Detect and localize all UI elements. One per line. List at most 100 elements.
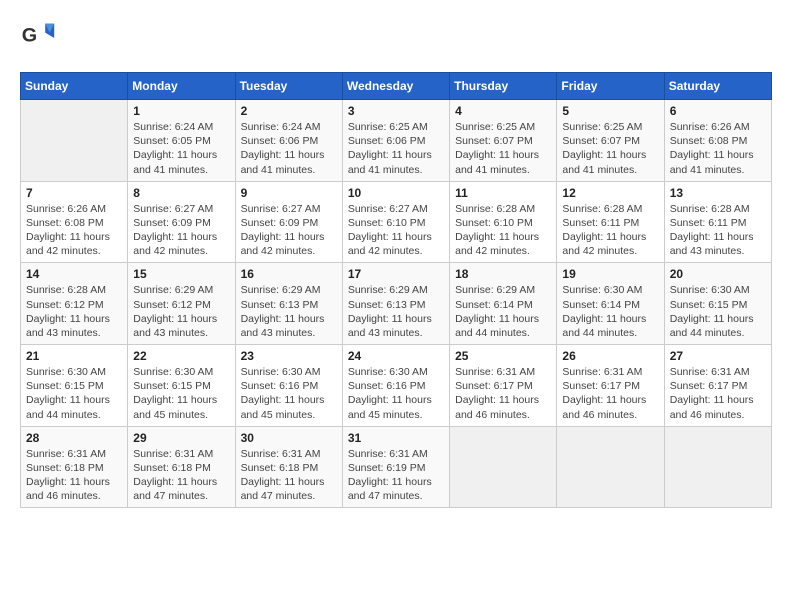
day-info: Sunrise: 6:30 AM Sunset: 6:16 PM Dayligh… bbox=[348, 365, 444, 422]
day-info: Sunrise: 6:31 AM Sunset: 6:18 PM Dayligh… bbox=[241, 447, 337, 504]
day-number: 9 bbox=[241, 186, 337, 200]
day-info: Sunrise: 6:31 AM Sunset: 6:18 PM Dayligh… bbox=[133, 447, 229, 504]
calendar-cell: 12Sunrise: 6:28 AM Sunset: 6:11 PM Dayli… bbox=[557, 181, 664, 263]
calendar-cell: 24 Sunrise: 6:30 AM Sunset: 6:16 PM Dayli… bbox=[342, 345, 449, 427]
day-number: 2 bbox=[241, 104, 337, 118]
calendar-cell: 4 Sunrise: 6:25 AM Sunset: 6:07 PM Daylig… bbox=[450, 100, 557, 182]
calendar-cell: 19 Sunrise: 6:30 AM Sunset: 6:14 PM Dayli… bbox=[557, 263, 664, 345]
day-info: Sunrise: 6:30 AM Sunset: 6:15 PM Dayligh… bbox=[670, 283, 766, 340]
calendar-cell: 5Sunrise: 6:25 AM Sunset: 6:07 PM Daylig… bbox=[557, 100, 664, 182]
day-info: Sunrise: 6:25 AM Sunset: 6:06 PM Dayligh… bbox=[348, 120, 444, 177]
calendar-cell: 13 Sunrise: 6:28 AM Sunset: 6:11 PM Dayli… bbox=[664, 181, 771, 263]
calendar-cell: 6Sunrise: 6:26 AM Sunset: 6:08 PM Daylig… bbox=[664, 100, 771, 182]
day-number: 13 bbox=[670, 186, 766, 200]
day-info: Sunrise: 6:30 AM Sunset: 6:15 PM Dayligh… bbox=[133, 365, 229, 422]
day-number: 25 bbox=[455, 349, 551, 363]
day-of-week-header: Sunday bbox=[21, 73, 128, 100]
calendar-cell bbox=[450, 426, 557, 508]
day-info: Sunrise: 6:30 AM Sunset: 6:14 PM Dayligh… bbox=[562, 283, 658, 340]
day-info: Sunrise: 6:28 AM Sunset: 6:11 PM Dayligh… bbox=[670, 202, 766, 259]
day-number: 29 bbox=[133, 431, 229, 445]
day-info: Sunrise: 6:25 AM Sunset: 6:07 PM Dayligh… bbox=[562, 120, 658, 177]
calendar-cell: 2 Sunrise: 6:24 AM Sunset: 6:06 PM Daylig… bbox=[235, 100, 342, 182]
day-number: 15 bbox=[133, 267, 229, 281]
day-info: Sunrise: 6:28 AM Sunset: 6:10 PM Dayligh… bbox=[455, 202, 551, 259]
calendar-cell: 30 Sunrise: 6:31 AM Sunset: 6:18 PM Dayli… bbox=[235, 426, 342, 508]
day-of-week-header: Wednesday bbox=[342, 73, 449, 100]
day-number: 19 bbox=[562, 267, 658, 281]
day-number: 30 bbox=[241, 431, 337, 445]
calendar-cell: 15 Sunrise: 6:29 AM Sunset: 6:12 PM Dayli… bbox=[128, 263, 235, 345]
day-number: 31 bbox=[348, 431, 444, 445]
calendar-week-row: 14Sunrise: 6:28 AM Sunset: 6:12 PM Dayli… bbox=[21, 263, 772, 345]
day-number: 8 bbox=[133, 186, 229, 200]
calendar-cell: 7 Sunrise: 6:26 AM Sunset: 6:08 PM Daylig… bbox=[21, 181, 128, 263]
day-number: 10 bbox=[348, 186, 444, 200]
calendar-cell: 14Sunrise: 6:28 AM Sunset: 6:12 PM Dayli… bbox=[21, 263, 128, 345]
day-number: 21 bbox=[26, 349, 122, 363]
day-number: 16 bbox=[241, 267, 337, 281]
calendar-week-row: 1 Sunrise: 6:24 AM Sunset: 6:05 PM Daylig… bbox=[21, 100, 772, 182]
calendar-week-row: 28 Sunrise: 6:31 AM Sunset: 6:18 PM Dayli… bbox=[21, 426, 772, 508]
day-info: Sunrise: 6:31 AM Sunset: 6:17 PM Dayligh… bbox=[455, 365, 551, 422]
calendar-cell bbox=[21, 100, 128, 182]
calendar-cell: 20Sunrise: 6:30 AM Sunset: 6:15 PM Dayli… bbox=[664, 263, 771, 345]
day-info: Sunrise: 6:29 AM Sunset: 6:13 PM Dayligh… bbox=[348, 283, 444, 340]
calendar-cell: 21 Sunrise: 6:30 AM Sunset: 6:15 PM Dayli… bbox=[21, 345, 128, 427]
calendar-cell: 25 Sunrise: 6:31 AM Sunset: 6:17 PM Dayli… bbox=[450, 345, 557, 427]
calendar-cell: 31 Sunrise: 6:31 AM Sunset: 6:19 PM Dayli… bbox=[342, 426, 449, 508]
day-info: Sunrise: 6:24 AM Sunset: 6:05 PM Dayligh… bbox=[133, 120, 229, 177]
day-number: 18 bbox=[455, 267, 551, 281]
day-of-week-header: Thursday bbox=[450, 73, 557, 100]
day-number: 6 bbox=[670, 104, 766, 118]
logo: G bbox=[20, 20, 60, 56]
calendar-cell: 3Sunrise: 6:25 AM Sunset: 6:06 PM Daylig… bbox=[342, 100, 449, 182]
day-info: Sunrise: 6:31 AM Sunset: 6:17 PM Dayligh… bbox=[670, 365, 766, 422]
day-info: Sunrise: 6:29 AM Sunset: 6:13 PM Dayligh… bbox=[241, 283, 337, 340]
calendar-cell: 29 Sunrise: 6:31 AM Sunset: 6:18 PM Dayli… bbox=[128, 426, 235, 508]
day-info: Sunrise: 6:31 AM Sunset: 6:19 PM Dayligh… bbox=[348, 447, 444, 504]
day-number: 28 bbox=[26, 431, 122, 445]
day-number: 7 bbox=[26, 186, 122, 200]
calendar-cell bbox=[557, 426, 664, 508]
day-number: 1 bbox=[133, 104, 229, 118]
calendar-cell: 10 Sunrise: 6:27 AM Sunset: 6:10 PM Dayli… bbox=[342, 181, 449, 263]
calendar-cell: 28 Sunrise: 6:31 AM Sunset: 6:18 PM Dayli… bbox=[21, 426, 128, 508]
day-info: Sunrise: 6:31 AM Sunset: 6:18 PM Dayligh… bbox=[26, 447, 122, 504]
day-info: Sunrise: 6:30 AM Sunset: 6:15 PM Dayligh… bbox=[26, 365, 122, 422]
day-number: 24 bbox=[348, 349, 444, 363]
calendar-cell: 23 Sunrise: 6:30 AM Sunset: 6:16 PM Dayli… bbox=[235, 345, 342, 427]
logo-icon: G bbox=[20, 20, 56, 56]
day-number: 14 bbox=[26, 267, 122, 281]
day-info: Sunrise: 6:29 AM Sunset: 6:12 PM Dayligh… bbox=[133, 283, 229, 340]
day-info: Sunrise: 6:26 AM Sunset: 6:08 PM Dayligh… bbox=[26, 202, 122, 259]
day-info: Sunrise: 6:30 AM Sunset: 6:16 PM Dayligh… bbox=[241, 365, 337, 422]
day-number: 17 bbox=[348, 267, 444, 281]
day-number: 23 bbox=[241, 349, 337, 363]
calendar-cell: 1 Sunrise: 6:24 AM Sunset: 6:05 PM Daylig… bbox=[128, 100, 235, 182]
day-info: Sunrise: 6:27 AM Sunset: 6:10 PM Dayligh… bbox=[348, 202, 444, 259]
calendar-table: SundayMondayTuesdayWednesdayThursdayFrid… bbox=[20, 72, 772, 508]
calendar-cell: 26 Sunrise: 6:31 AM Sunset: 6:17 PM Dayli… bbox=[557, 345, 664, 427]
day-of-week-header: Tuesday bbox=[235, 73, 342, 100]
day-number: 22 bbox=[133, 349, 229, 363]
day-number: 12 bbox=[562, 186, 658, 200]
day-number: 27 bbox=[670, 349, 766, 363]
day-info: Sunrise: 6:24 AM Sunset: 6:06 PM Dayligh… bbox=[241, 120, 337, 177]
calendar-cell: 8 Sunrise: 6:27 AM Sunset: 6:09 PM Daylig… bbox=[128, 181, 235, 263]
day-info: Sunrise: 6:25 AM Sunset: 6:07 PM Dayligh… bbox=[455, 120, 551, 177]
day-of-week-header: Saturday bbox=[664, 73, 771, 100]
page-header: G bbox=[20, 20, 772, 56]
day-of-week-header: Friday bbox=[557, 73, 664, 100]
day-number: 26 bbox=[562, 349, 658, 363]
calendar-week-row: 21 Sunrise: 6:30 AM Sunset: 6:15 PM Dayli… bbox=[21, 345, 772, 427]
calendar-cell: 9 Sunrise: 6:27 AM Sunset: 6:09 PM Daylig… bbox=[235, 181, 342, 263]
day-info: Sunrise: 6:27 AM Sunset: 6:09 PM Dayligh… bbox=[133, 202, 229, 259]
calendar-cell: 27 Sunrise: 6:31 AM Sunset: 6:17 PM Dayli… bbox=[664, 345, 771, 427]
day-info: Sunrise: 6:27 AM Sunset: 6:09 PM Dayligh… bbox=[241, 202, 337, 259]
calendar-header-row: SundayMondayTuesdayWednesdayThursdayFrid… bbox=[21, 73, 772, 100]
calendar-cell: 17 Sunrise: 6:29 AM Sunset: 6:13 PM Dayli… bbox=[342, 263, 449, 345]
day-number: 4 bbox=[455, 104, 551, 118]
day-info: Sunrise: 6:31 AM Sunset: 6:17 PM Dayligh… bbox=[562, 365, 658, 422]
calendar-cell: 16 Sunrise: 6:29 AM Sunset: 6:13 PM Dayli… bbox=[235, 263, 342, 345]
